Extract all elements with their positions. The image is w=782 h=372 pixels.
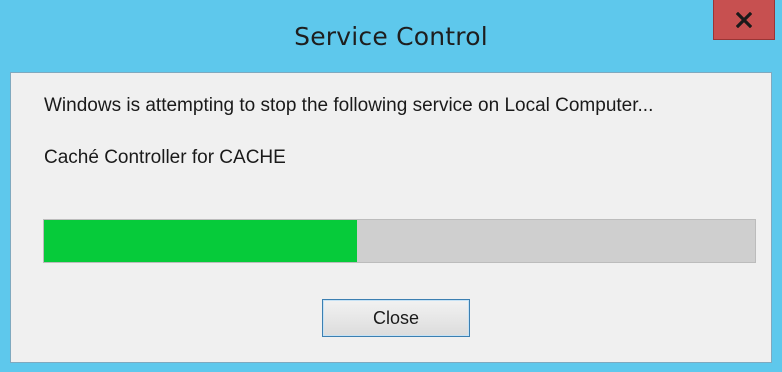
title-bar[interactable]: Service Control [0, 0, 782, 70]
service-name: Caché Controller for CACHE [44, 147, 286, 168]
service-control-window: Service Control Windows is attempting to… [0, 0, 782, 372]
progress-bar [43, 219, 756, 263]
close-icon [736, 11, 752, 28]
dialog-body: Windows is attempting to stop the follow… [10, 72, 772, 363]
progress-bar-fill [44, 220, 357, 262]
window-close-button[interactable] [713, 0, 775, 40]
status-message: Windows is attempting to stop the follow… [44, 95, 654, 116]
window-title: Service Control [294, 22, 488, 51]
close-button[interactable]: Close [322, 299, 470, 337]
